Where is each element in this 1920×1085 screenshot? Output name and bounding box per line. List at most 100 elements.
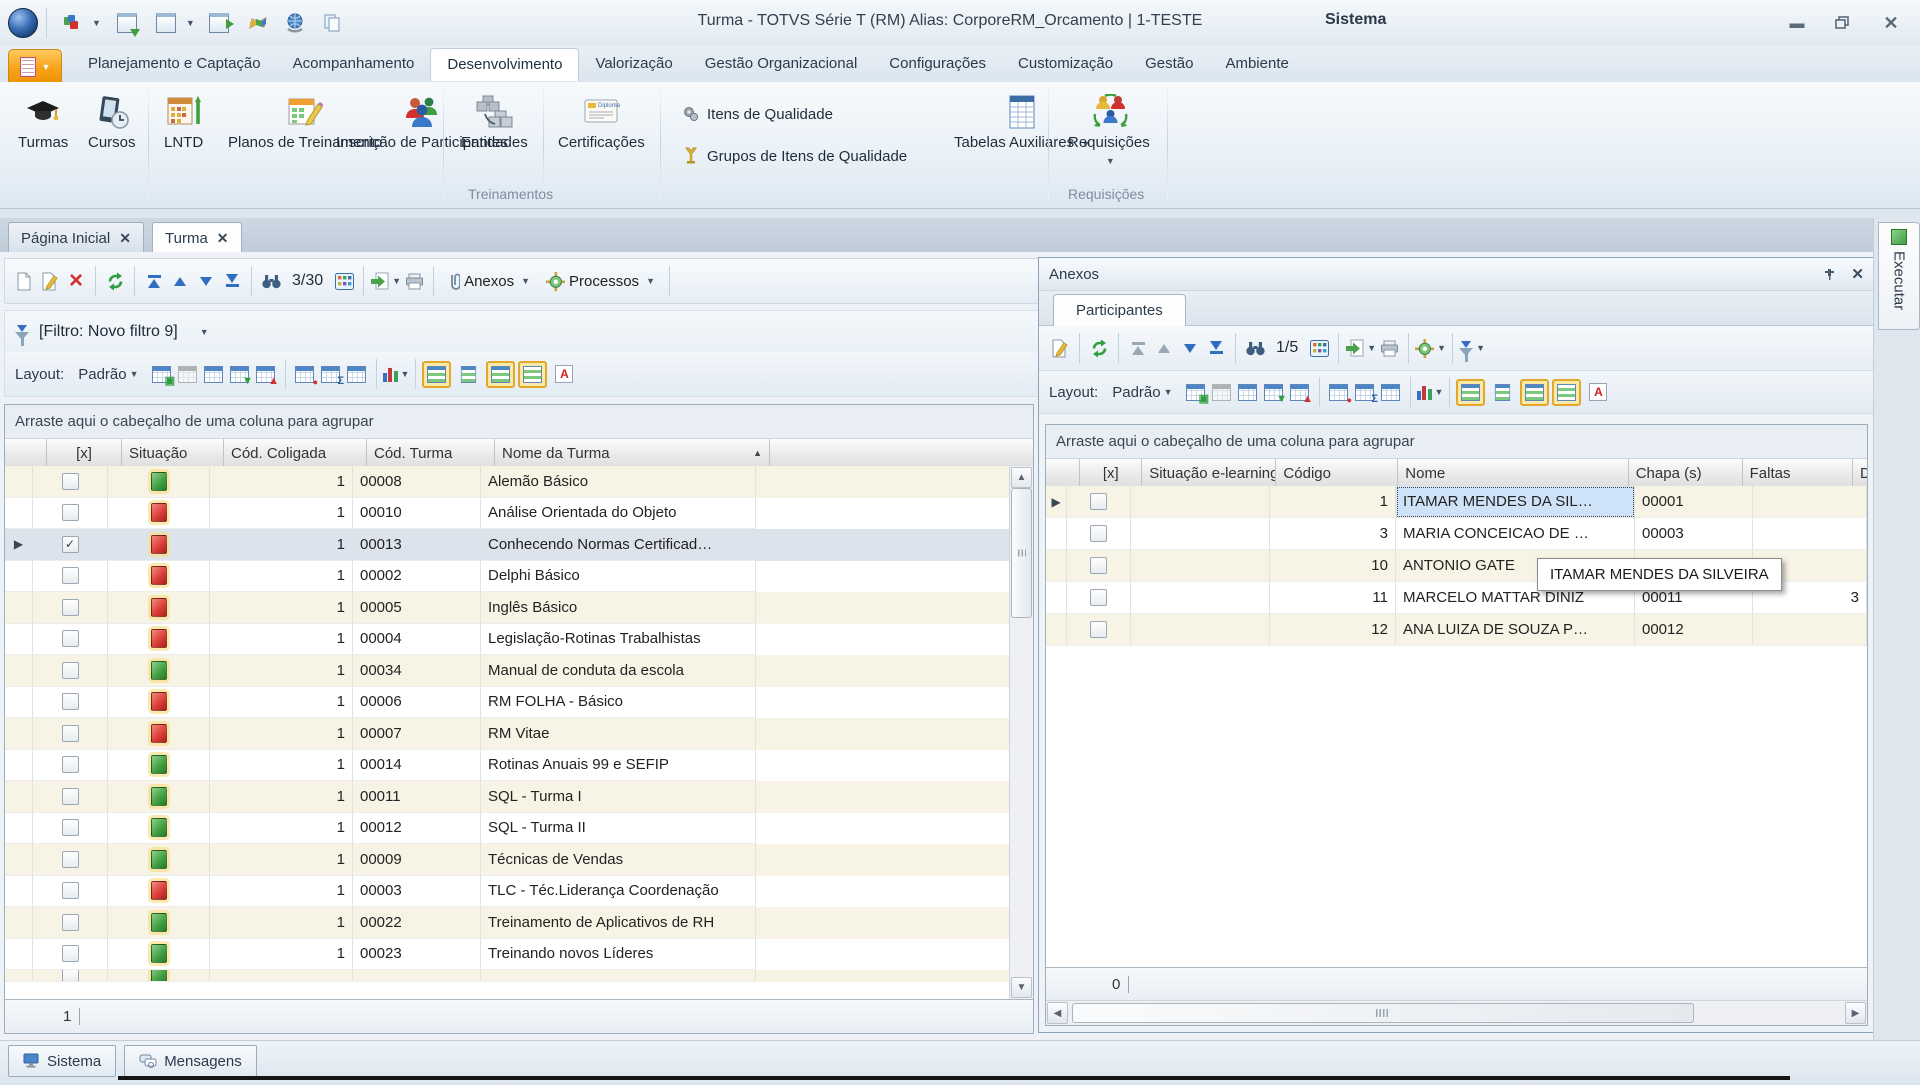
- table-row[interactable]: 1 00009 Técnicas de Vendas: [5, 844, 1010, 876]
- tab-customizacao[interactable]: Customização: [1002, 48, 1129, 80]
- table-row[interactable]: ▶ 1 ITAMAR MENDES DA SIL… 00001: [1046, 486, 1867, 518]
- tab-desenvolvimento[interactable]: Desenvolvimento: [430, 48, 579, 81]
- chart-button[interactable]: ▼: [383, 358, 410, 390]
- view-preview-toggle[interactable]: [486, 361, 515, 388]
- processos-button[interactable]: ▼: [1415, 332, 1446, 364]
- tab-planejamento[interactable]: Planejamento e Captação: [72, 48, 277, 80]
- cursos-button[interactable]: Cursos: [82, 90, 142, 155]
- row-checkbox[interactable]: [62, 630, 79, 647]
- scrollbar-thumb[interactable]: [1072, 1003, 1694, 1023]
- table-row[interactable]: 1 00008 Alemão Básico: [5, 466, 1010, 498]
- edit-record-button[interactable]: [37, 265, 63, 297]
- conditional-format-button[interactable]: ●: [1326, 376, 1352, 408]
- globe-hand-icon[interactable]: [283, 11, 307, 35]
- row-checkbox[interactable]: [62, 970, 79, 982]
- previous-record-button[interactable]: [1151, 332, 1177, 364]
- scroll-up-icon[interactable]: ▲: [1011, 467, 1032, 488]
- tab-turma[interactable]: Turma ✕: [152, 222, 242, 253]
- table-row[interactable]: 1 00012 SQL - Turma II: [5, 813, 1010, 845]
- view-preview-toggle[interactable]: [1520, 379, 1549, 406]
- application-menu-button[interactable]: ▼: [8, 49, 62, 84]
- filter-name[interactable]: [Filtro: Novo filtro 9]: [39, 323, 178, 341]
- pin-icon[interactable]: [1823, 268, 1835, 281]
- itens-qualidade-button[interactable]: Itens de Qualidade: [676, 102, 839, 126]
- table-row[interactable]: 1 00002 Delphi Básico: [5, 561, 1010, 593]
- copy-icon[interactable]: [320, 11, 344, 35]
- view-grid-toggle[interactable]: [1456, 379, 1485, 406]
- table-row[interactable]: 1 00022 Treinamento de Aplicativos de RH: [5, 907, 1010, 939]
- filter-icon[interactable]: ▼: [1459, 332, 1485, 364]
- view-rows-toggle[interactable]: [1552, 379, 1581, 406]
- table-row[interactable]: ▶ ✓ 1 00013 Conhecendo Normas Certificad…: [5, 529, 1010, 561]
- sistema-status-button[interactable]: Sistema: [8, 1045, 116, 1077]
- turmas-button[interactable]: Turmas: [12, 90, 74, 155]
- header-nome[interactable]: Nome: [1398, 459, 1628, 487]
- tab-gestao[interactable]: Gestão: [1129, 48, 1209, 80]
- anexos-button[interactable]: Anexos▼: [440, 265, 538, 297]
- tab-gestao-organizacional[interactable]: Gestão Organizacional: [689, 48, 874, 80]
- tab-valorizacao[interactable]: Valorização: [579, 48, 688, 80]
- print-button[interactable]: [1376, 332, 1402, 364]
- header-codigo[interactable]: Código: [1276, 459, 1398, 487]
- table-row[interactable]: 1 00004 Legislação-Rotinas Trabalhistas: [5, 624, 1010, 656]
- scroll-down-icon[interactable]: ▼: [1011, 977, 1032, 998]
- header-nome[interactable]: Nome da Turma▲: [495, 439, 770, 467]
- layout-select[interactable]: Padrão▼: [78, 366, 138, 383]
- font-style-button[interactable]: A: [550, 360, 578, 388]
- tab-configuracoes[interactable]: Configurações: [873, 48, 1002, 80]
- new-window-icon[interactable]: [115, 11, 139, 35]
- view-cards-toggle[interactable]: [454, 361, 483, 388]
- table-row[interactable]: 1 00010 Análise Orientada do Objeto: [5, 498, 1010, 530]
- table-row[interactable]: 1 00023 Treinando novos Líderes: [5, 939, 1010, 971]
- header-extra[interactable]: D: [1853, 459, 1867, 487]
- row-checkbox[interactable]: [62, 851, 79, 868]
- row-checkbox[interactable]: [62, 599, 79, 616]
- header-chapa[interactable]: Chapa (s): [1629, 459, 1743, 487]
- card-view-button[interactable]: [331, 265, 357, 297]
- sistema-menu[interactable]: Sistema: [1325, 11, 1386, 29]
- row-checkbox[interactable]: [1090, 621, 1107, 638]
- font-style-button[interactable]: A: [1584, 378, 1612, 406]
- delete-record-button[interactable]: ×: [63, 265, 89, 297]
- export-button[interactable]: ▼: [370, 265, 401, 297]
- scrollbar-thumb[interactable]: [1011, 488, 1032, 618]
- reports-icon[interactable]: [246, 11, 270, 35]
- export-button[interactable]: ▼: [1345, 332, 1376, 364]
- first-record-button[interactable]: [141, 265, 167, 297]
- refresh-button[interactable]: [1086, 332, 1112, 364]
- totals-button[interactable]: Σ: [318, 358, 344, 390]
- save-layout-as-button[interactable]: [1209, 376, 1235, 408]
- grupos-itens-qualidade-button[interactable]: Grupos de Itens de Qualidade: [676, 144, 913, 168]
- table-row[interactable]: 1 00007 RM Vitae: [5, 718, 1010, 750]
- row-checkbox[interactable]: [1090, 589, 1107, 606]
- header-situacao-elearning[interactable]: Situação e-learning: [1142, 459, 1276, 487]
- row-checkbox[interactable]: [62, 725, 79, 742]
- certificacoes-button[interactable]: Diploma Certificações: [552, 90, 651, 155]
- table-row[interactable]: 1 00003 TLC - Téc.Liderança Coordenação: [5, 876, 1010, 908]
- restore-button[interactable]: [1828, 13, 1858, 33]
- quick-edit-button[interactable]: [1378, 376, 1404, 408]
- row-checkbox[interactable]: [62, 756, 79, 773]
- header-turma[interactable]: Cód. Turma: [367, 439, 495, 467]
- row-checkbox[interactable]: [62, 567, 79, 584]
- new-record-button[interactable]: [11, 265, 37, 297]
- row-checkbox[interactable]: [62, 819, 79, 836]
- header-coligada[interactable]: Cód. Coligada: [224, 439, 367, 467]
- conditional-format-button[interactable]: ●: [292, 358, 318, 390]
- refresh-button[interactable]: [102, 265, 128, 297]
- close-tab-icon[interactable]: ✕: [119, 230, 131, 247]
- first-record-button[interactable]: [1125, 332, 1151, 364]
- totvs-app-icon[interactable]: [8, 8, 38, 38]
- previous-record-button[interactable]: [167, 265, 193, 297]
- chevron-down-icon[interactable]: ▼: [186, 18, 195, 28]
- lntd-button[interactable]: LNTD: [158, 90, 209, 155]
- mensagens-status-button[interactable]: Mensagens: [124, 1045, 257, 1077]
- row-checkbox[interactable]: [1090, 525, 1107, 542]
- table-row[interactable]: 1 00005 Inglês Básico: [5, 592, 1010, 624]
- view-cards-toggle[interactable]: [1488, 379, 1517, 406]
- group-by-bar[interactable]: Arraste aqui o cabeçalho de uma coluna p…: [5, 405, 1033, 439]
- export-layout-button[interactable]: ▲: [1287, 376, 1313, 408]
- chart-button[interactable]: ▼: [1417, 376, 1444, 408]
- vertical-scrollbar[interactable]: ▲ ▼: [1009, 466, 1033, 999]
- close-tab-icon[interactable]: ✕: [217, 230, 229, 247]
